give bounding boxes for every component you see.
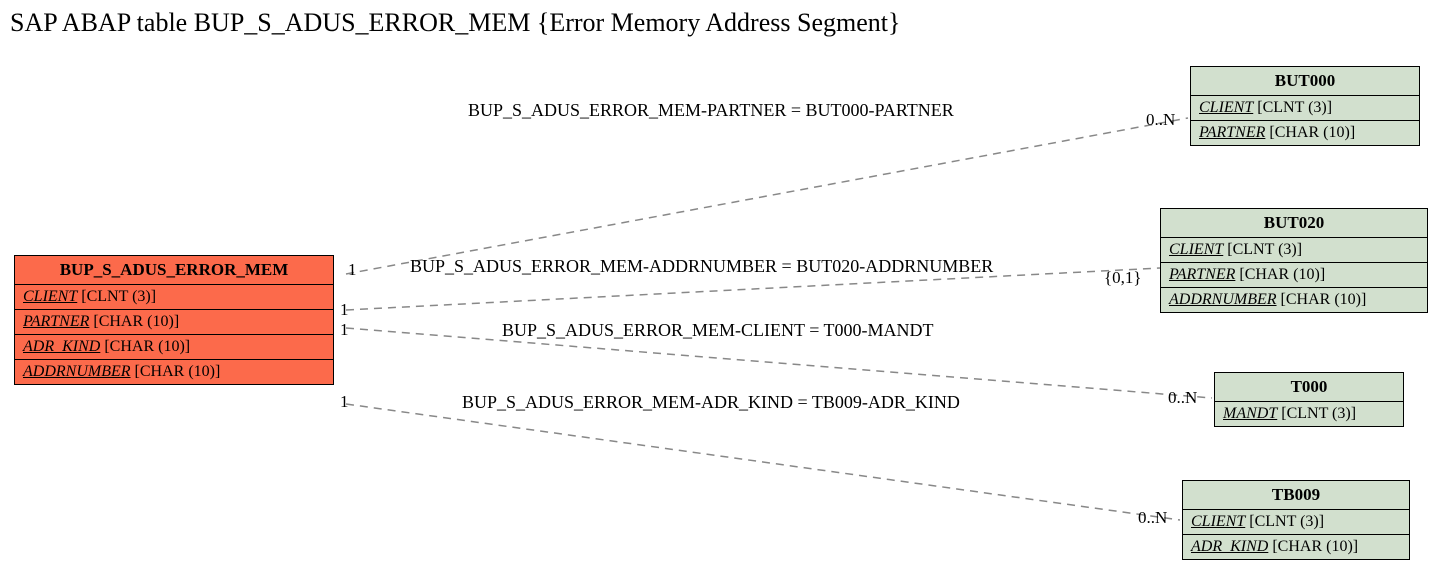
page-title: SAP ABAP table BUP_S_ADUS_ERROR_MEM {Err…: [10, 8, 900, 38]
entity-but000: BUT000 CLIENT [CLNT (3)] PARTNER [CHAR (…: [1190, 66, 1420, 146]
entity-but020: BUT020 CLIENT [CLNT (3)] PARTNER [CHAR (…: [1160, 208, 1428, 313]
entity-field: CLIENT [CLNT (3)]: [15, 285, 333, 310]
entity-main: BUP_S_ADUS_ERROR_MEM CLIENT [CLNT (3)] P…: [14, 255, 334, 385]
entity-t000: T000 MANDT [CLNT (3)]: [1214, 372, 1404, 427]
entity-header: BUT020: [1161, 209, 1427, 238]
entity-field: PARTNER [CHAR (10)]: [15, 310, 333, 335]
entity-field: ADDRNUMBER [CHAR (10)]: [1161, 288, 1427, 312]
card-right-3: 0..N: [1168, 388, 1197, 408]
entity-header: BUT000: [1191, 67, 1419, 96]
entity-field: MANDT [CLNT (3)]: [1215, 402, 1403, 426]
entity-main-header: BUP_S_ADUS_ERROR_MEM: [15, 256, 333, 285]
entity-field: CLIENT [CLNT (3)]: [1191, 96, 1419, 121]
entity-header: TB009: [1183, 481, 1409, 510]
card-left-2: 1: [340, 300, 349, 320]
card-right-4: 0..N: [1138, 508, 1167, 528]
rel-label-4: BUP_S_ADUS_ERROR_MEM-ADR_KIND = TB009-AD…: [462, 392, 960, 413]
rel-label-1: BUP_S_ADUS_ERROR_MEM-PARTNER = BUT000-PA…: [468, 100, 954, 121]
rel-label-2: BUP_S_ADUS_ERROR_MEM-ADDRNUMBER = BUT020…: [410, 256, 993, 277]
card-left-1: 1: [348, 260, 357, 280]
card-right-1: 0..N: [1146, 110, 1175, 130]
entity-field: ADR_KIND [CHAR (10)]: [15, 335, 333, 360]
entity-field: CLIENT [CLNT (3)]: [1183, 510, 1409, 535]
entity-tb009: TB009 CLIENT [CLNT (3)] ADR_KIND [CHAR (…: [1182, 480, 1410, 560]
card-right-2: {0,1}: [1104, 268, 1142, 288]
card-left-4: 1: [340, 392, 349, 412]
card-left-3: 1: [340, 320, 349, 340]
entity-field: CLIENT [CLNT (3)]: [1161, 238, 1427, 263]
entity-header: T000: [1215, 373, 1403, 402]
rel-label-3: BUP_S_ADUS_ERROR_MEM-CLIENT = T000-MANDT: [502, 320, 934, 341]
entity-field: ADR_KIND [CHAR (10)]: [1183, 535, 1409, 559]
entity-field: ADDRNUMBER [CHAR (10)]: [15, 360, 333, 384]
entity-field: PARTNER [CHAR (10)]: [1161, 263, 1427, 288]
entity-field: PARTNER [CHAR (10)]: [1191, 121, 1419, 145]
